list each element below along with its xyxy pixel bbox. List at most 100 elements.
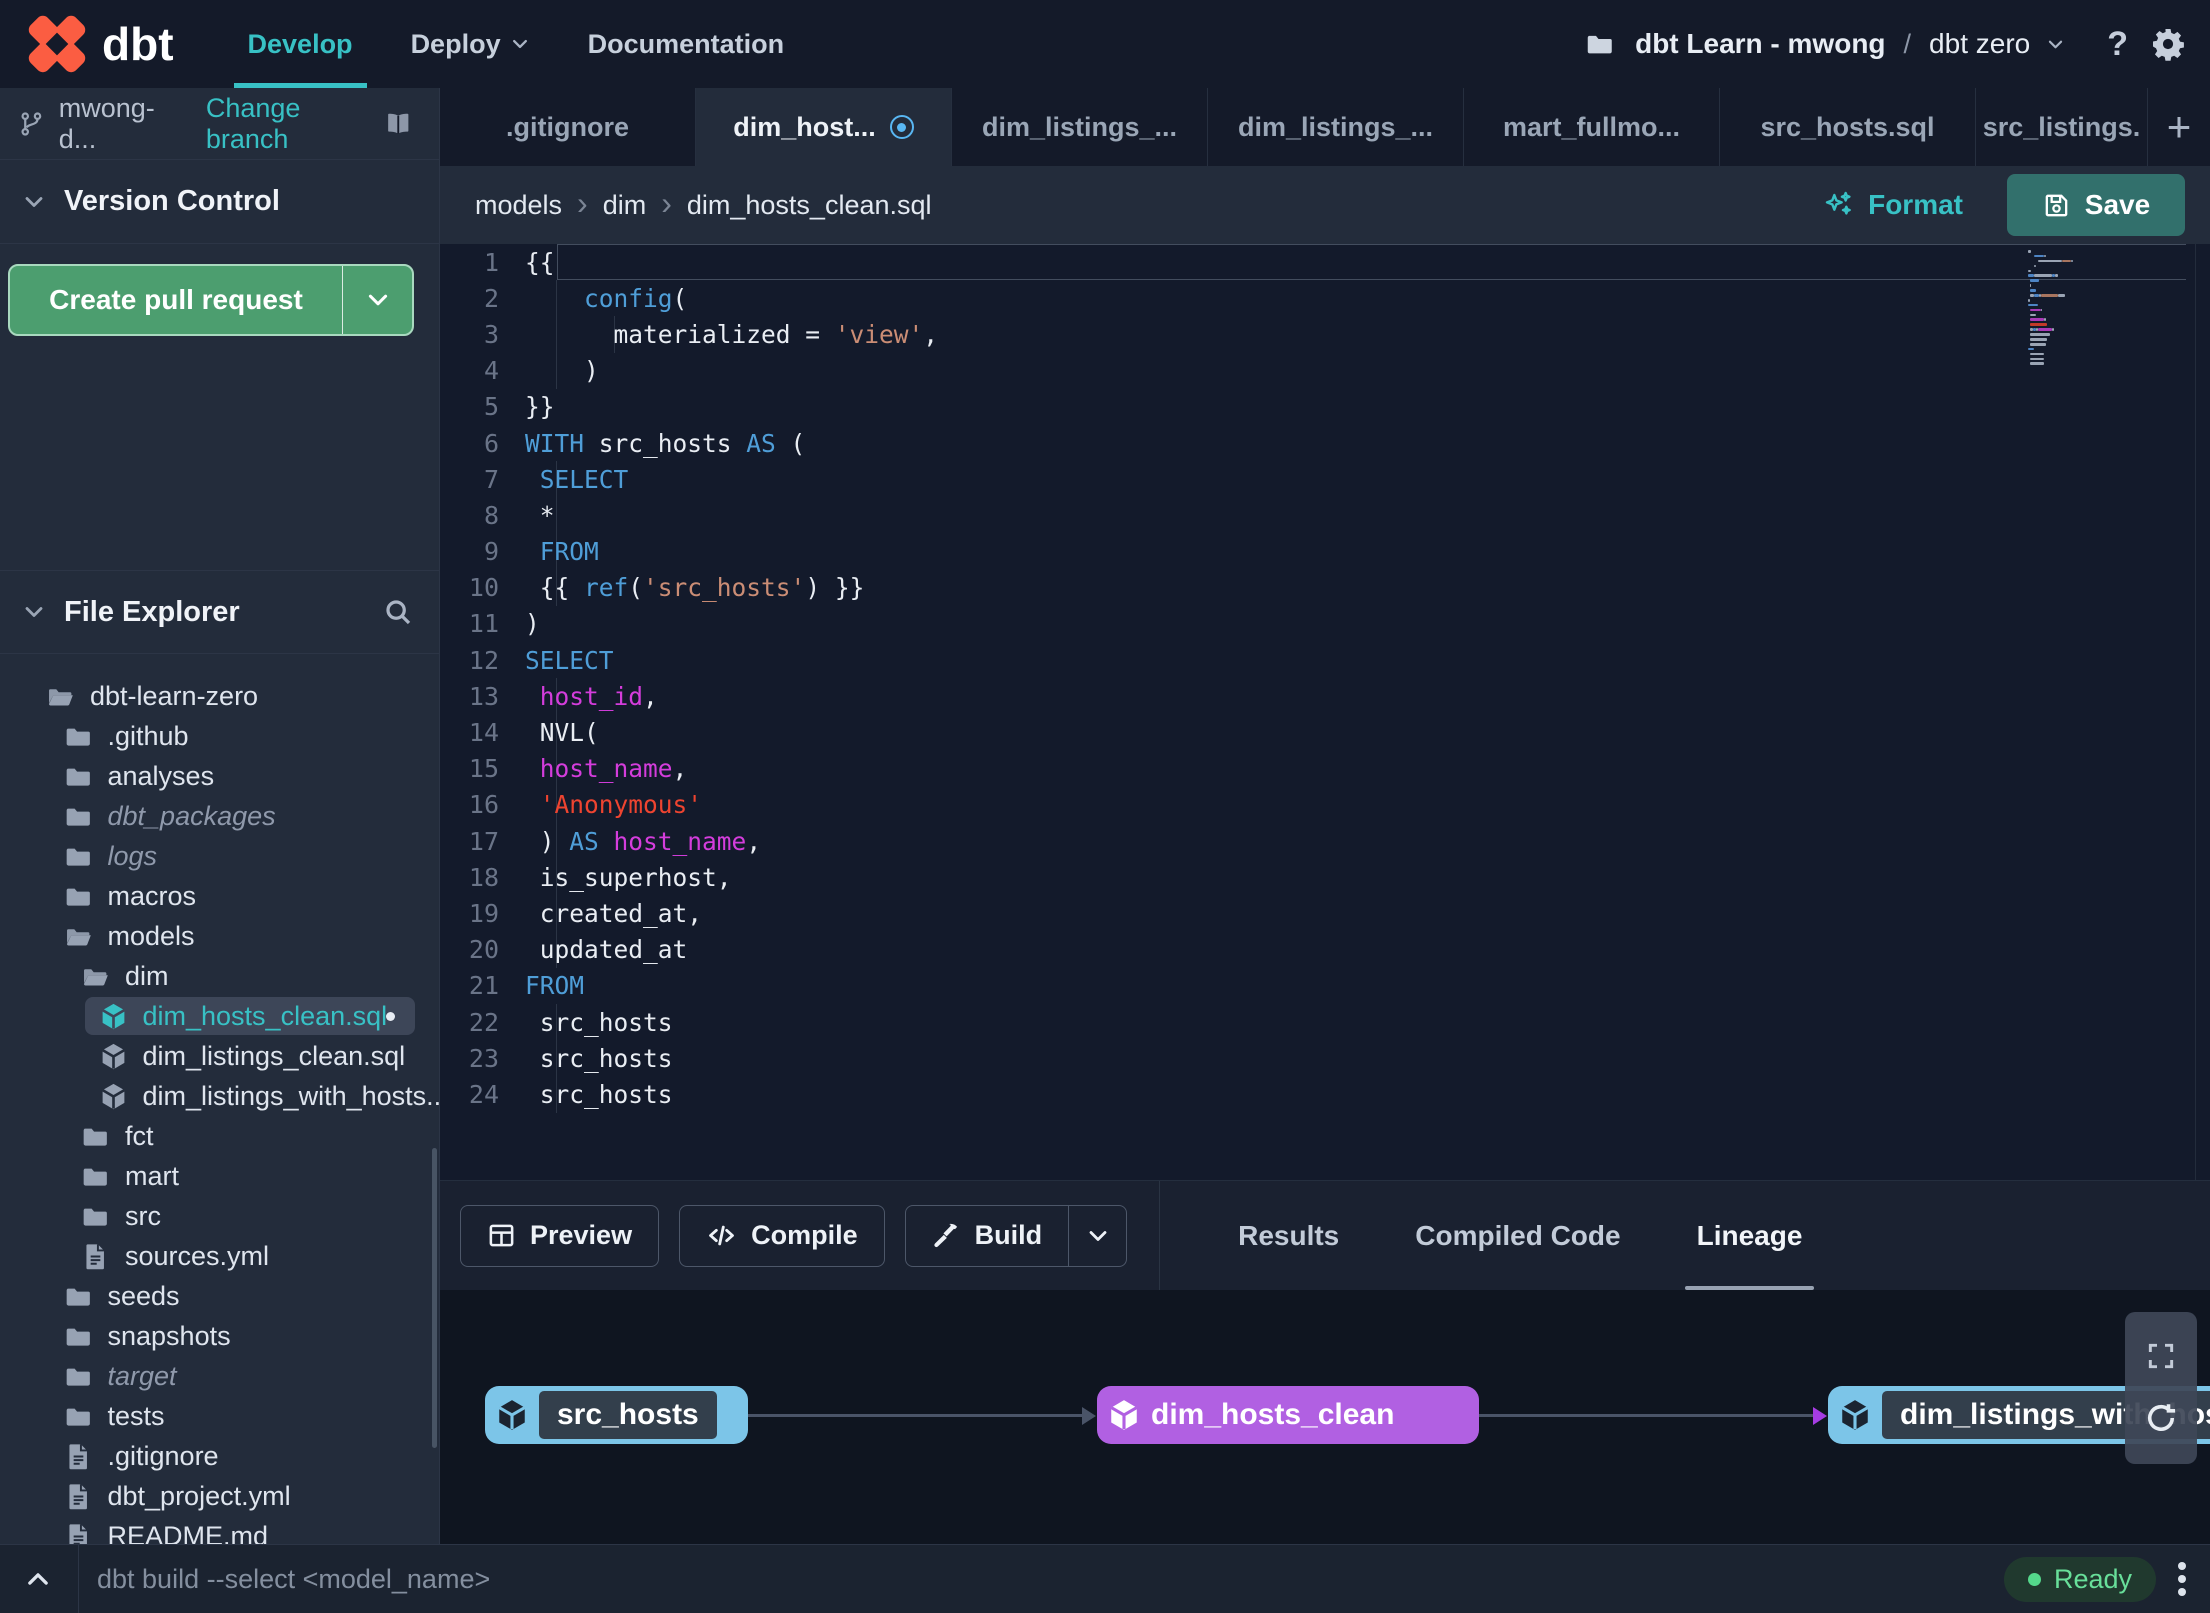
code-line[interactable]: 19 created_at, (440, 895, 2210, 932)
search-icon[interactable] (383, 597, 413, 627)
result-tab-lineage[interactable]: Lineage (1659, 1181, 1841, 1290)
tree-item-dbt-packages[interactable]: dbt_packages (0, 796, 439, 836)
tree-item-dim[interactable]: dim (0, 956, 439, 996)
code-line[interactable]: 6 WITH src_hosts AS ( (440, 425, 2210, 461)
code-line[interactable]: 23 src_hosts (440, 1040, 2210, 1077)
tree-item-models[interactable]: models (0, 916, 439, 956)
code-line[interactable]: 11 ) (440, 606, 2210, 642)
tree-item--github[interactable]: .github (0, 716, 439, 756)
editor-tab[interactable]: dim_listings_... (1208, 88, 1464, 166)
editor-tab[interactable]: dim_listings_... (952, 88, 1208, 166)
code-line[interactable]: 5 }} (440, 389, 2210, 425)
tree-item-dim-hosts-clean-sql[interactable]: dim_hosts_clean.sql (0, 996, 439, 1036)
code-lines: 1 {{ 2 config( 3 materialized = 'view', … (440, 244, 2210, 1113)
format-button[interactable]: Format (1823, 189, 1963, 221)
build-dropdown[interactable] (1068, 1205, 1126, 1266)
code-line[interactable]: 7 SELECT (440, 461, 2210, 498)
lineage-node-src-hosts[interactable]: src_hosts (485, 1386, 748, 1444)
editor-minimap[interactable] (2028, 250, 2094, 367)
file-explorer-header[interactable]: File Explorer (0, 570, 439, 654)
code-line[interactable]: 4 ) (440, 352, 2210, 389)
tree-item-dbt-learn-zero[interactable]: dbt-learn-zero (0, 676, 439, 716)
change-branch-link[interactable]: Change branch (206, 93, 371, 155)
code-line[interactable]: 13 host_id, (440, 678, 2210, 715)
refresh-lineage-button[interactable] (2143, 1400, 2179, 1436)
expand-command-bar-button[interactable] (24, 1565, 52, 1593)
editor-tab[interactable]: .gitignore (440, 88, 696, 166)
nav-item-develop[interactable]: Develop (233, 0, 367, 88)
code-line[interactable]: 17 ) AS host_name, (440, 823, 2210, 860)
project-environment[interactable]: dbt zero (1929, 28, 2030, 60)
tree-item-dim-listings-clean-sql[interactable]: dim_listings_clean.sql (0, 1036, 439, 1076)
nav-item-deploy[interactable]: Deploy (411, 0, 530, 88)
save-button[interactable]: Save (2007, 174, 2185, 236)
tree-item-snapshots[interactable]: snapshots (0, 1316, 439, 1356)
tree-item-dim-listings-with-hosts-[interactable]: dim_listings_with_hosts... (0, 1076, 439, 1116)
tree-item-fct[interactable]: fct (0, 1116, 439, 1156)
editor-scrollbar-track[interactable] (2195, 244, 2196, 1180)
status-badge: Ready (2003, 1556, 2156, 1602)
tree-item-mart[interactable]: mart (0, 1156, 439, 1196)
fullscreen-button[interactable] (2145, 1340, 2177, 1372)
code-line[interactable]: 20 updated_at (440, 931, 2210, 968)
floppy-disk-icon (2042, 191, 2071, 220)
editor-tab[interactable]: dim_host... (696, 88, 952, 166)
tree-item-analyses[interactable]: analyses (0, 756, 439, 796)
nav-item-documentation[interactable]: Documentation (588, 0, 785, 88)
editor-tab[interactable]: mart_fullmo... (1464, 88, 1720, 166)
result-tab-results[interactable]: Results (1200, 1181, 1377, 1290)
create-pull-request-button[interactable]: Create pull request (8, 264, 414, 336)
gear-icon[interactable] (2150, 26, 2186, 62)
lineage-node-dim-hosts-clean[interactable]: dim_hosts_clean (1097, 1386, 1479, 1444)
overflow-menu-button[interactable] (2178, 1562, 2186, 1596)
code-line[interactable]: 12 SELECT (440, 642, 2210, 678)
sidebar-scrollbar[interactable] (432, 1148, 437, 1448)
code-line[interactable]: 15 host_name, (440, 750, 2210, 787)
editor-tab[interactable]: src_listings. (1976, 88, 2148, 166)
code-line[interactable]: 22 src_hosts (440, 1003, 2210, 1041)
chevron-down-icon (365, 287, 391, 313)
lineage-canvas[interactable]: src_hosts dim_hosts_clean dim_listings_w… (440, 1290, 2210, 1544)
build-button[interactable]: Build (904, 1204, 1128, 1267)
tree-item-macros[interactable]: macros (0, 876, 439, 916)
help-icon[interactable]: ? (2107, 25, 2128, 64)
code-line[interactable]: 8 * (440, 497, 2210, 534)
code-line[interactable]: 18 is_superhost, (440, 859, 2210, 896)
code-line[interactable]: 3 materialized = 'view', (440, 316, 2210, 353)
tree-item-target[interactable]: target (0, 1356, 439, 1396)
code-line[interactable]: 16 'Anonymous' (440, 786, 2210, 823)
breadcrumb-item[interactable]: dim_hosts_clean.sql (687, 190, 932, 221)
code-line[interactable]: 10 {{ ref('src_hosts') }} (440, 569, 2210, 606)
preview-button[interactable]: Preview (460, 1204, 660, 1267)
create-pr-dropdown[interactable] (342, 266, 412, 334)
command-input[interactable] (79, 1563, 2004, 1595)
tree-item-dbt-project-yml[interactable]: dbt_project.yml (0, 1476, 439, 1516)
code-editor[interactable]: 1 {{ 2 config( 3 materialized = 'view', … (440, 244, 2210, 1180)
code-line[interactable]: 24 src_hosts (440, 1076, 2210, 1113)
tree-item-readme-md[interactable]: README.md (0, 1516, 439, 1544)
tree-item-src[interactable]: src (0, 1196, 439, 1236)
code-line[interactable]: 9 FROM (440, 533, 2210, 570)
docs-book-icon[interactable] (384, 108, 413, 140)
code-line[interactable]: 1 {{ (440, 244, 2210, 281)
tree-item-tests[interactable]: tests (0, 1396, 439, 1436)
new-tab-button[interactable]: + (2148, 88, 2210, 166)
editor-tab[interactable]: src_hosts.sql (1720, 88, 1976, 166)
project-name[interactable]: dbt Learn - mwong (1635, 28, 1885, 60)
breadcrumb-item[interactable]: models (475, 190, 562, 221)
tree-item--gitignore[interactable]: .gitignore (0, 1436, 439, 1476)
ready-dot-icon (2027, 1572, 2041, 1586)
code-line[interactable]: 2 config( (440, 280, 2210, 317)
tree-item-logs[interactable]: logs (0, 836, 439, 876)
dbt-logo-icon[interactable] (25, 12, 89, 76)
chevron-down-icon[interactable] (2046, 35, 2065, 54)
compile-button[interactable]: Compile (679, 1204, 885, 1267)
tree-item-sources-yml[interactable]: sources.yml (0, 1236, 439, 1276)
version-control-header[interactable]: Version Control (0, 160, 439, 244)
status-text: Ready (2053, 1563, 2132, 1594)
tree-item-seeds[interactable]: seeds (0, 1276, 439, 1316)
result-tab-compiled-code[interactable]: Compiled Code (1377, 1181, 1658, 1290)
code-line[interactable]: 14 NVL( (440, 714, 2210, 751)
breadcrumb-item[interactable]: dim (603, 190, 647, 221)
code-line[interactable]: 21 FROM (440, 968, 2210, 1004)
